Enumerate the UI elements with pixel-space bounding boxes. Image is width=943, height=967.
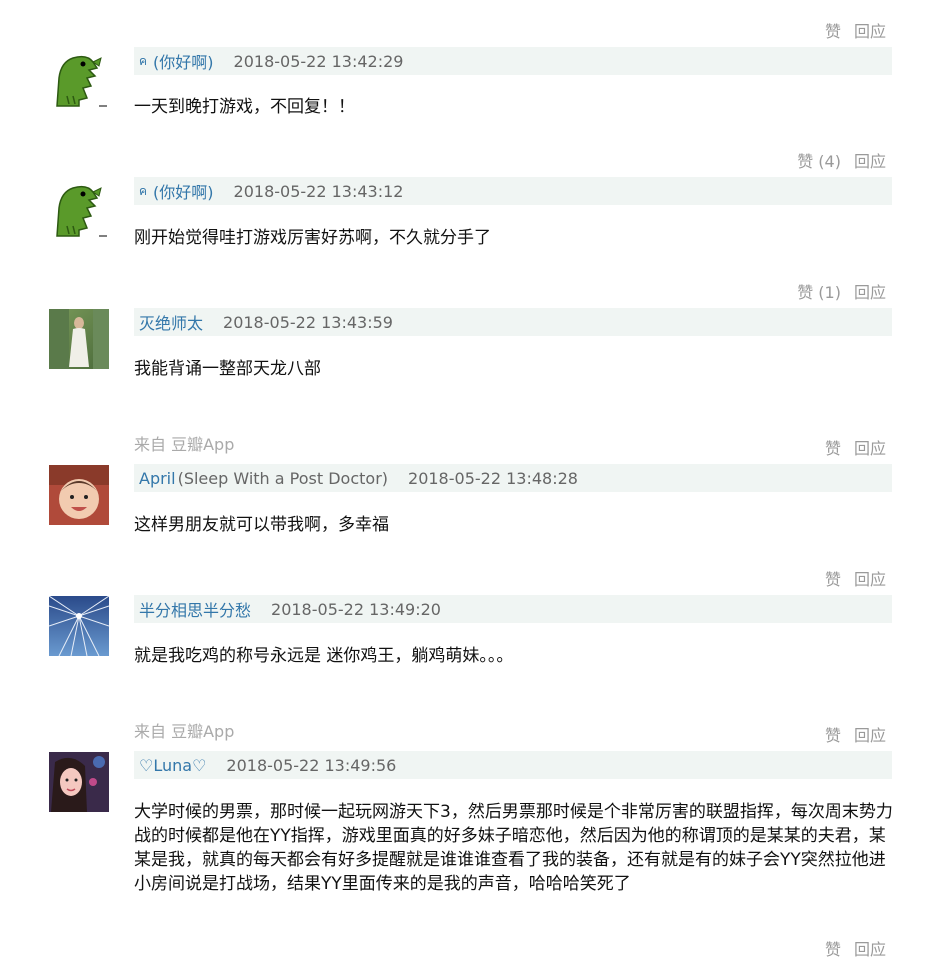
author-name[interactable]: (你好啊) [153, 179, 214, 203]
comment-time: 2018-05-22 13:43:59 [223, 312, 393, 332]
comment-text: 这样男朋友就可以带我啊，多幸福 [134, 515, 389, 535]
comment-text: 刚开始觉得哇打游戏厉害好苏啊，不久就分手了 [134, 228, 491, 248]
reply-button[interactable]: 回应 [854, 279, 886, 303]
author-badge-icon: ค [139, 53, 148, 68]
comment-time: 2018-05-22 13:49:56 [226, 755, 397, 775]
comment-source: 来自 豆瓣App [134, 722, 235, 741]
like-button[interactable]: 赞 [825, 435, 841, 459]
author-name[interactable]: ♡Luna♡ [139, 756, 206, 775]
like-button[interactable]: 赞 (1) [797, 279, 841, 303]
comment-meta: ♡Luna♡ 2018-05-22 13:49:56 [134, 751, 892, 779]
comment-text: 一天到晚打游戏，不回复！！ [134, 97, 355, 117]
like-button[interactable]: 赞 [825, 566, 841, 590]
author-name[interactable]: (你好啊) [153, 49, 214, 73]
comment-time: 2018-05-22 13:43:12 [233, 181, 404, 201]
avatar-dinosaur[interactable] [49, 178, 109, 238]
like-button[interactable]: 赞 [825, 722, 841, 746]
comment-source: 来自 豆瓣App [134, 435, 235, 454]
reply-button[interactable]: 回应 [854, 566, 886, 590]
comment-actions: 赞 回应 [825, 435, 886, 459]
author-badge-icon: ค [139, 183, 148, 198]
reply-button[interactable]: 回应 [854, 18, 886, 42]
avatar-baby[interactable] [49, 465, 109, 525]
author-name[interactable]: 半分相思半分愁 [139, 597, 251, 621]
comment-time: 2018-05-22 13:48:28 [408, 468, 578, 488]
comment-meta: 半分相思半分愁 2018-05-22 13:49:20 [134, 595, 892, 623]
avatar-photo[interactable] [49, 309, 109, 369]
reply-button[interactable]: 回应 [854, 936, 886, 960]
comment-text: 大学时候的男票，那时候一起玩网游天下3，然后男票那时候是个非常厉害的联盟指挥，每… [134, 802, 893, 894]
author-signature: (Sleep With a Post Doctor) [177, 468, 389, 488]
comment-actions: 赞 (4) 回应 [797, 148, 886, 172]
like-button[interactable]: 赞 [825, 936, 841, 960]
avatar-selfie[interactable] [49, 752, 109, 812]
author-name[interactable]: 灭绝师太 [139, 310, 203, 334]
reply-button[interactable]: 回应 [854, 722, 886, 746]
comment-meta: ค (你好啊) 2018-05-22 13:43:12 [134, 177, 892, 205]
comment-thread: 赞 回应 ค (你好啊) 2018-05-22 13:42:29 一天到晚打游戏… [0, 0, 943, 967]
avatar-dinosaur[interactable] [49, 48, 109, 108]
comment-text: 我能背诵一整部天龙八部 [134, 359, 321, 379]
comment-time: 2018-05-22 13:49:20 [271, 599, 441, 619]
like-button[interactable]: 赞 (4) [797, 148, 841, 172]
comment-meta: 灭绝师太 2018-05-22 13:43:59 [134, 308, 892, 336]
reply-button[interactable]: 回应 [854, 148, 886, 172]
comment-text: 就是我吃鸡的称号永远是 迷你鸡王，躺鸡萌妹。。。 [134, 646, 514, 666]
comment-time: 2018-05-22 13:42:29 [233, 51, 404, 71]
comment-actions: 赞 回应 [825, 936, 886, 960]
comment-actions: 赞 回应 [825, 722, 886, 746]
avatar-ferris-wheel[interactable] [49, 596, 109, 656]
comment-actions: 赞 回应 [825, 18, 886, 42]
comment-meta: ค (你好啊) 2018-05-22 13:42:29 [134, 47, 892, 75]
like-button[interactable]: 赞 [825, 18, 841, 42]
comment-actions: 赞 回应 [825, 566, 886, 590]
author-name[interactable]: April [139, 469, 176, 488]
comment-meta: April (Sleep With a Post Doctor) 2018-05… [134, 464, 892, 492]
comment-actions: 赞 (1) 回应 [797, 279, 886, 303]
reply-button[interactable]: 回应 [854, 435, 886, 459]
